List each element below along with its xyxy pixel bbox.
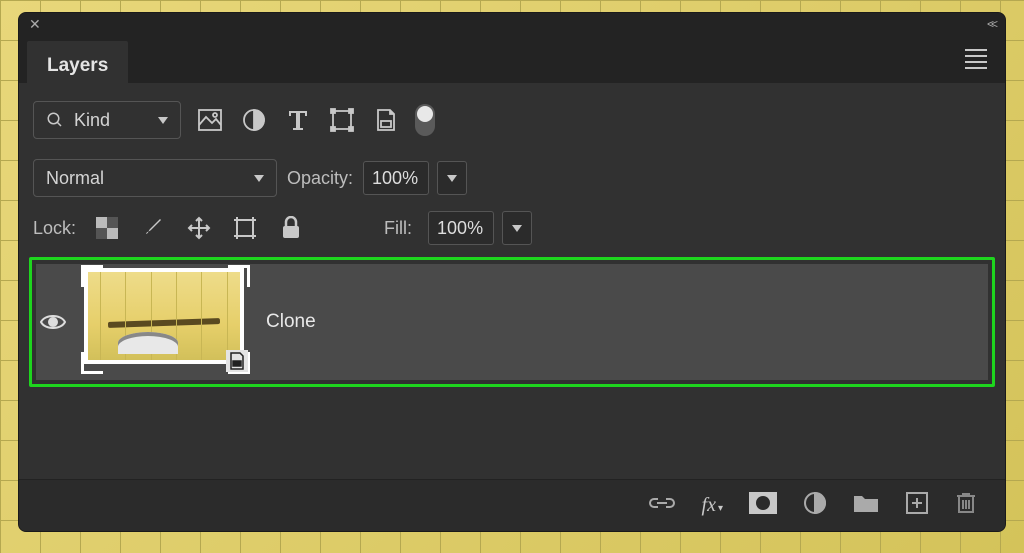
tab-layers[interactable]: Layers <box>27 41 128 83</box>
layer-effects-button[interactable]: fx▾ <box>702 494 723 517</box>
filter-smartobject-icon[interactable] <box>371 105 401 135</box>
new-group-icon[interactable] <box>853 493 879 518</box>
blend-mode-dropdown[interactable]: Normal <box>33 159 277 197</box>
new-layer-icon[interactable] <box>905 491 929 520</box>
fill-control: 100% <box>428 211 532 245</box>
lock-all-icon[interactable] <box>276 213 306 243</box>
filter-toggle[interactable] <box>415 104 435 136</box>
link-layers-icon[interactable] <box>648 495 676 516</box>
lock-row: Lock: Fill: 100% <box>19 207 1005 253</box>
lock-transparency-icon[interactable] <box>92 213 122 243</box>
fill-input[interactable]: 100% <box>428 211 494 245</box>
layer-row[interactable]: Clone <box>36 264 988 380</box>
layers-panel: ✕ << Layers Kind <box>18 12 1006 532</box>
panel-titlebar: ✕ << <box>19 13 1005 35</box>
add-mask-icon[interactable] <box>749 492 777 519</box>
fill-dropdown-button[interactable] <box>502 211 532 245</box>
filter-kind-label: Kind <box>74 110 110 131</box>
new-adjustment-icon[interactable] <box>803 491 827 520</box>
lock-position-icon[interactable] <box>184 213 214 243</box>
chevron-down-icon <box>512 225 522 232</box>
layer-thumbnail[interactable] <box>84 268 250 376</box>
opacity-control: 100% <box>363 161 467 195</box>
lock-label: Lock: <box>33 218 76 239</box>
filter-kind-dropdown[interactable]: Kind <box>33 101 181 139</box>
search-icon <box>46 111 64 129</box>
chevron-down-icon <box>254 175 264 182</box>
chevron-down-icon <box>158 117 168 124</box>
layer-actions-bar: fx▾ <box>19 479 1005 531</box>
layer-filter-row: Kind <box>19 83 1005 149</box>
layer-list: Clone <box>19 253 1005 479</box>
fill-label: Fill: <box>384 218 412 239</box>
visibility-toggle-icon[interactable] <box>38 313 68 331</box>
collapse-icon[interactable]: << <box>987 17 995 31</box>
lock-brush-icon[interactable] <box>138 213 168 243</box>
chevron-down-icon <box>447 175 457 182</box>
delete-layer-icon[interactable] <box>955 491 977 520</box>
filter-shape-icon[interactable] <box>327 105 357 135</box>
opacity-label: Opacity: <box>287 168 353 189</box>
smart-object-badge-icon <box>226 350 248 372</box>
opacity-dropdown-button[interactable] <box>437 161 467 195</box>
blend-mode-row: Normal Opacity: 100% <box>19 149 1005 207</box>
tutorial-highlight: Clone <box>29 257 995 387</box>
filter-pixel-icon[interactable] <box>195 105 225 135</box>
panel-tab-row: Layers <box>19 35 1005 83</box>
panel-menu-icon[interactable] <box>955 49 997 69</box>
lock-artboard-icon[interactable] <box>230 213 260 243</box>
layer-name-label[interactable]: Clone <box>266 311 316 333</box>
blend-mode-value: Normal <box>46 168 104 189</box>
opacity-input[interactable]: 100% <box>363 161 429 195</box>
filter-type-icon[interactable] <box>283 105 313 135</box>
close-icon[interactable]: ✕ <box>29 16 41 33</box>
filter-adjustment-icon[interactable] <box>239 105 269 135</box>
